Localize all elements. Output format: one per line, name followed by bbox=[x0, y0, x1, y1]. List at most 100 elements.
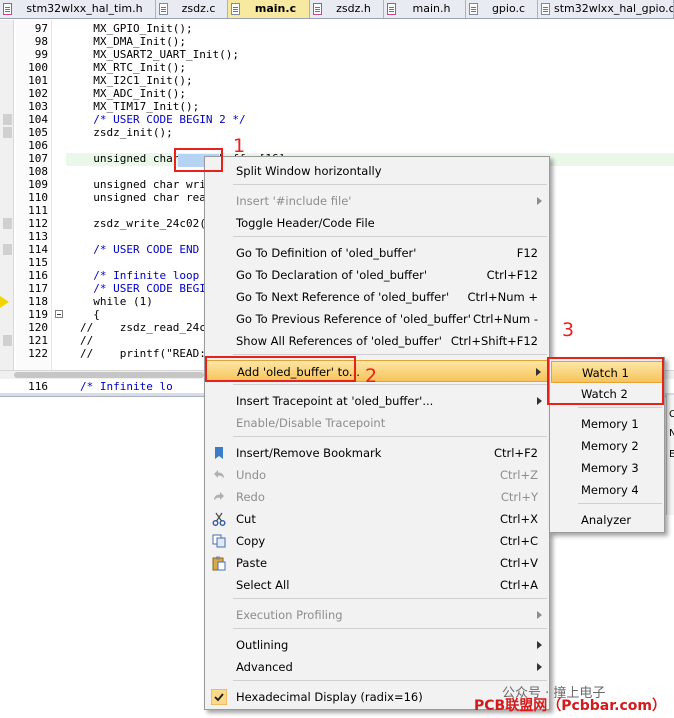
header-file-icon bbox=[3, 3, 12, 15]
undo-icon bbox=[211, 467, 227, 483]
c-file-icon bbox=[231, 3, 240, 15]
side-pane-text: N bbox=[669, 428, 674, 439]
code-line: /* Infinite loop * bbox=[80, 269, 213, 282]
menu-item-insert-include-file: Insert '#include file' bbox=[206, 190, 548, 212]
gutter-marker bbox=[3, 218, 12, 229]
menu-item-go-to-next-reference-of-oled-buffer[interactable]: Go To Next Reference of 'oled_buffer' Ctr… bbox=[206, 286, 548, 308]
tab-stm32wlxx-hal-tim-h[interactable]: stm32wlxx_hal_tim.h bbox=[0, 0, 156, 18]
menu-item-show-all-references-of-oled-buffer[interactable]: Show All References of 'oled_buffer' Ctrl… bbox=[206, 330, 548, 352]
line-number: 120 bbox=[28, 321, 48, 334]
tab-label: stm32wlxx_hal_tim.h bbox=[26, 2, 143, 15]
menu-item-insert-remove-bookmark[interactable]: Insert/Remove Bookmark Ctrl+F2 bbox=[206, 442, 548, 464]
menu-item-toggle-header-code-file[interactable]: Toggle Header/Code File bbox=[206, 212, 548, 234]
execution-pointer-icon bbox=[0, 296, 9, 308]
menu-item-advanced[interactable]: Advanced bbox=[206, 656, 548, 678]
menu-item-label: Cut bbox=[236, 512, 256, 526]
menu-item-label: Insert/Remove Bookmark bbox=[236, 446, 382, 460]
menu-separator bbox=[233, 236, 547, 237]
line-number: 104 bbox=[28, 113, 48, 126]
menu-item-insert-tracepoint-at-oled-buffer[interactable]: Insert Tracepoint at 'oled_buffer'... bbox=[206, 390, 548, 412]
gutter-marker bbox=[3, 335, 12, 346]
code-line: zsdz_init(); bbox=[80, 126, 173, 139]
line-number: 98 bbox=[34, 35, 48, 48]
menu-item-outlining[interactable]: Outlining bbox=[206, 634, 548, 656]
menu-separator bbox=[578, 503, 662, 504]
code-line: // bbox=[80, 334, 94, 347]
c-file-icon bbox=[469, 3, 478, 15]
tab-label: main.h bbox=[412, 2, 451, 15]
menu-item-label: Paste bbox=[236, 556, 268, 570]
menu-item-label: Undo bbox=[236, 468, 267, 482]
line-number: 116 bbox=[28, 269, 48, 282]
tab-stm32wlxx-hal-gpio-c[interactable]: stm32wlxx_hal_gpio.c bbox=[538, 0, 674, 18]
line-number-column: 97 98 99 100 101 102 103 104 105 106 107 108 109 110 1… bbox=[16, 20, 50, 370]
tab-main-c[interactable]: main.c bbox=[228, 0, 310, 18]
menu-item-label: Redo bbox=[236, 490, 265, 504]
gutter-marker bbox=[3, 127, 12, 138]
fold-toggle-icon[interactable] bbox=[55, 310, 63, 318]
code-line: MX_GPIO_Init(); bbox=[80, 22, 193, 35]
scrollbar-thumb[interactable] bbox=[14, 372, 204, 378]
menu-item-select-all[interactable]: Select All Ctrl+A bbox=[206, 574, 548, 596]
line-number: 114 bbox=[28, 243, 48, 256]
submenu-arrow-icon bbox=[537, 611, 542, 619]
editor-tab-bar: stm32wlxx_hal_tim.h zsdz.c main.c zsdz.h… bbox=[0, 0, 674, 19]
menu-item-go-to-definition-of-oled-buffer[interactable]: Go To Definition of 'oled_buffer' F12 bbox=[206, 242, 548, 264]
fold-column bbox=[51, 20, 65, 370]
line-number: 107 bbox=[28, 152, 48, 165]
tab-label: main.c bbox=[254, 2, 297, 15]
menu-item-cut[interactable]: Cut Ctrl+X bbox=[206, 508, 548, 530]
line-number: 121 bbox=[28, 334, 48, 347]
menu-item-shortcut: Ctrl+Z bbox=[500, 468, 538, 482]
menu-item-shortcut: Ctrl+Y bbox=[500, 490, 538, 504]
menu-item-execution-profiling: Execution Profiling bbox=[206, 604, 548, 626]
menu-item-shortcut: Ctrl+F12 bbox=[486, 268, 538, 282]
menu-separator bbox=[233, 680, 547, 681]
annotation-step-3: 3 bbox=[562, 319, 575, 341]
submenu-item-memory-4[interactable]: Memory 4 bbox=[551, 479, 663, 501]
menu-item-label: Go To Next Reference of 'oled_buffer' bbox=[236, 290, 450, 304]
tab-zsdz-c[interactable]: zsdz.c bbox=[156, 0, 228, 18]
tab-zsdz-h[interactable]: zsdz.h bbox=[310, 0, 384, 18]
menu-item-split-window-horizontally[interactable]: Split Window horizontally bbox=[206, 160, 548, 182]
tab-label: zsdz.c bbox=[181, 2, 216, 15]
line-number: 99 bbox=[34, 48, 48, 61]
line-number: 118 bbox=[28, 295, 48, 308]
breakpoint-gutter[interactable] bbox=[0, 20, 14, 370]
line-number: 110 bbox=[28, 191, 48, 204]
menu-item-copy[interactable]: Copy Ctrl+C bbox=[206, 530, 548, 552]
menu-item-shortcut: Ctrl+Num - bbox=[473, 312, 538, 326]
annotation-box-add-to bbox=[205, 356, 356, 382]
menu-item-go-to-previous-reference-of-oled-buffer[interactable]: Go To Previous Reference of 'oled_buffer… bbox=[206, 308, 548, 330]
submenu-item-label: Memory 4 bbox=[581, 483, 639, 497]
menu-item-label: Hexadecimal Display (radix=16) bbox=[236, 690, 423, 704]
context-menu: Split Window horizontally Insert '#includ… bbox=[204, 156, 550, 710]
copy-icon bbox=[211, 533, 227, 549]
code-line: /* Infinite lo bbox=[80, 380, 173, 393]
submenu-item-analyzer[interactable]: Analyzer bbox=[551, 509, 663, 531]
menu-item-shortcut: Ctrl+F2 bbox=[493, 446, 538, 460]
menu-item-label: Show All References of 'oled_buffer' bbox=[236, 334, 442, 348]
submenu-arrow-icon bbox=[537, 397, 542, 405]
menu-item-shortcut: Ctrl+X bbox=[500, 512, 538, 526]
code-line: MX_ADC_Init(); bbox=[80, 87, 186, 100]
menu-item-redo: Redo Ctrl+Y bbox=[206, 486, 548, 508]
tab-main-h[interactable]: main.h bbox=[384, 0, 466, 18]
line-number: 108 bbox=[28, 165, 48, 178]
submenu-item-memory-3[interactable]: Memory 3 bbox=[551, 457, 663, 479]
line-number: 102 bbox=[28, 87, 48, 100]
menu-item-go-to-declaration-of-oled-buffer[interactable]: Go To Declaration of 'oled_buffer' Ctrl+F… bbox=[206, 264, 548, 286]
menu-item-label: Go To Definition of 'oled_buffer' bbox=[236, 246, 417, 260]
line-number: 101 bbox=[28, 74, 48, 87]
tab-gpio-c[interactable]: gpio.c bbox=[466, 0, 538, 18]
submenu-item-memory-1[interactable]: Memory 1 bbox=[551, 413, 663, 435]
code-line: { bbox=[80, 308, 100, 321]
menu-item-label: Enable/Disable Tracepoint bbox=[236, 416, 386, 430]
code-line: unsigned char writ bbox=[80, 178, 213, 191]
line-number: 119 bbox=[28, 308, 48, 321]
menu-item-paste[interactable]: Paste Ctrl+V bbox=[206, 552, 548, 574]
side-pane-text: Ca bbox=[669, 409, 674, 420]
submenu-item-memory-2[interactable]: Memory 2 bbox=[551, 435, 663, 457]
code-line: MX_RTC_Init(); bbox=[80, 61, 186, 74]
menu-item-label: Toggle Header/Code File bbox=[236, 216, 375, 230]
